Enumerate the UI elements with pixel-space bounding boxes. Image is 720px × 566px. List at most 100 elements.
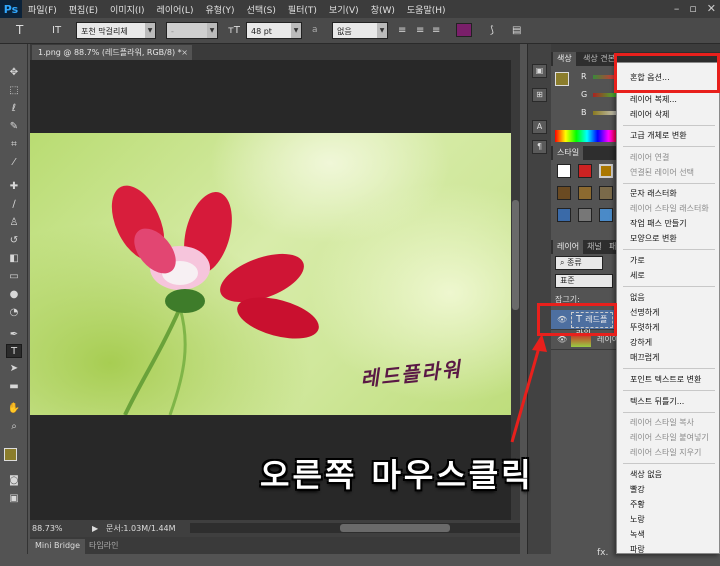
menu-color-yellow[interactable]: 노랑	[617, 513, 719, 526]
pen-tool-icon[interactable]: ✒	[6, 328, 22, 342]
close-icon[interactable]: ✕	[707, 2, 716, 15]
blend-mode-select[interactable]: 표준	[555, 274, 613, 288]
menu-view[interactable]: 보기(V)	[323, 3, 365, 16]
menu-delete-layer[interactable]: 레이어 삭제	[617, 108, 719, 121]
foreground-color-swatch[interactable]	[4, 448, 17, 461]
menu-layer[interactable]: 레이어(L)	[151, 3, 200, 16]
hand-tool-icon[interactable]: ✋	[6, 402, 22, 416]
character-panel-icon[interactable]: ▤	[512, 24, 521, 37]
document-tab[interactable]: 1.png @ 88.7% (레드플라워, RGB/8) * ×	[32, 45, 192, 60]
close-icon[interactable]: ×	[181, 45, 188, 60]
menu-type[interactable]: 유형(Y)	[199, 3, 240, 16]
menu-help[interactable]: 도움말(H)	[401, 3, 452, 16]
scroll-thumb[interactable]	[340, 524, 450, 532]
screen-mode-icon[interactable]: ▣	[6, 492, 22, 506]
menu-rasterize-type[interactable]: 문자 래스터화	[617, 187, 719, 200]
style-swatch[interactable]	[599, 164, 613, 178]
menu-select[interactable]: 선택(S)	[241, 3, 282, 16]
menu-image[interactable]: 이미지(I)	[104, 3, 151, 16]
style-swatch[interactable]	[557, 208, 571, 222]
warp-text-icon[interactable]: ⟆	[490, 24, 494, 37]
type-tool-icon[interactable]: T	[16, 24, 23, 37]
paragraph-panel-icon[interactable]: ¶	[532, 140, 547, 154]
character-panel-icon[interactable]: A	[532, 120, 547, 134]
play-icon[interactable]: ▶	[92, 520, 98, 537]
type-tool-icon[interactable]: T	[6, 344, 22, 358]
tab-color[interactable]: 색상	[553, 52, 576, 66]
menu-color-green[interactable]: 녹색	[617, 528, 719, 541]
menu-convert-point-text[interactable]: 포인트 텍스트로 변환	[617, 373, 719, 386]
align-right-icon[interactable]: ≡	[432, 24, 440, 37]
healing-tool-icon[interactable]: ✚	[6, 180, 22, 194]
path-select-icon[interactable]: ➤	[6, 362, 22, 376]
properties-panel-icon[interactable]: ⊞	[532, 88, 547, 102]
anti-alias-select[interactable]: 없음 ▼	[332, 22, 388, 39]
move-tool-icon[interactable]: ✥	[6, 66, 22, 80]
font-size-select[interactable]: 48 pt ▼	[246, 22, 302, 39]
menu-color-red[interactable]: 빨강	[617, 483, 719, 496]
canvas-image[interactable]: 레드플라워	[30, 133, 511, 415]
menu-aa-none[interactable]: 없음	[617, 291, 719, 304]
menu-warp-text[interactable]: 텍스트 뒤틀기...	[617, 395, 719, 408]
align-left-icon[interactable]: ≡	[398, 24, 406, 37]
crop-tool-icon[interactable]: ⌗	[6, 138, 22, 152]
minimize-icon[interactable]: –	[674, 2, 680, 15]
style-swatch[interactable]	[578, 186, 592, 200]
eyedropper-tool-icon[interactable]: ⁄	[6, 156, 22, 170]
style-none[interactable]	[557, 164, 571, 178]
menu-aa-sharp[interactable]: 선명하게	[617, 306, 719, 319]
foreground-color-swatch[interactable]	[555, 72, 569, 86]
maximize-icon[interactable]: ▫	[689, 2, 696, 15]
menu-vertical[interactable]: 세로	[617, 269, 719, 282]
menu-filter[interactable]: 필터(T)	[282, 3, 323, 16]
tab-swatches[interactable]: 색상 견본	[579, 52, 619, 66]
eraser-tool-icon[interactable]: ◧	[6, 252, 22, 266]
dodge-tool-icon[interactable]: ◔	[6, 306, 22, 320]
style-swatch[interactable]	[557, 186, 571, 200]
menu-window[interactable]: 창(W)	[365, 3, 401, 16]
quick-mask-icon[interactable]: ◙	[6, 474, 22, 488]
gradient-tool-icon[interactable]: ▭	[6, 270, 22, 284]
color-spectrum[interactable]	[555, 130, 619, 142]
menu-color-none[interactable]: 색상 없음	[617, 468, 719, 481]
zoom-tool-icon[interactable]: ⌕	[6, 420, 22, 434]
menu-file[interactable]: 파일(F)	[22, 3, 63, 16]
menu-edit[interactable]: 편집(E)	[63, 3, 104, 16]
align-center-icon[interactable]: ≡	[416, 24, 424, 37]
text-orientation-icon[interactable]: ⅠT	[52, 24, 61, 37]
menu-create-work-path[interactable]: 작업 패스 만들기	[617, 217, 719, 230]
scroll-thumb[interactable]	[512, 200, 519, 310]
lasso-tool-icon[interactable]: ℓ	[6, 102, 22, 116]
menu-aa-strong[interactable]: 강하게	[617, 336, 719, 349]
history-panel-icon[interactable]: ▣	[532, 64, 547, 78]
menu-aa-crisp[interactable]: 뚜렷하게	[617, 321, 719, 334]
tab-timeline[interactable]: 타임라인	[84, 539, 123, 554]
menu-color-orange[interactable]: 주황	[617, 498, 719, 511]
menu-aa-smooth[interactable]: 매끄럽게	[617, 351, 719, 364]
tab-channels[interactable]: 채널	[583, 240, 606, 254]
font-style-select[interactable]: - ▼	[166, 22, 218, 39]
marquee-tool-icon[interactable]: ⬚	[6, 84, 22, 98]
quick-select-tool-icon[interactable]: ✎	[6, 120, 22, 134]
menu-convert-smart-object[interactable]: 고급 개체로 변환	[617, 129, 719, 142]
style-swatch[interactable]	[578, 164, 592, 178]
brush-tool-icon[interactable]: ∕	[6, 198, 22, 212]
style-swatch[interactable]	[599, 208, 613, 222]
tab-layers[interactable]: 레이어	[553, 240, 584, 254]
menu-horizontal[interactable]: 가로	[617, 254, 719, 267]
layer-filter-select[interactable]: ⌕ 종류	[555, 256, 603, 270]
fx-icon[interactable]: fx.	[597, 548, 608, 558]
font-family-select[interactable]: 포천 막걸리체 ▼	[76, 22, 156, 39]
menu-convert-to-shape[interactable]: 모양으로 변환	[617, 232, 719, 245]
menu-duplicate-layer[interactable]: 레이어 복제...	[617, 93, 719, 106]
horizontal-scrollbar[interactable]	[190, 523, 520, 533]
style-swatch[interactable]	[578, 208, 592, 222]
tab-styles[interactable]: 스타일	[553, 146, 584, 160]
menu-color-blue[interactable]: 파랑	[617, 543, 719, 553]
style-swatch[interactable]	[599, 186, 613, 200]
zoom-level[interactable]: 88.73%	[32, 520, 63, 537]
blur-tool-icon[interactable]: ●	[6, 288, 22, 302]
tab-mini-bridge[interactable]: Mini Bridge	[30, 539, 86, 554]
shape-tool-icon[interactable]: ▬	[6, 380, 22, 394]
history-brush-icon[interactable]: ↺	[6, 234, 22, 248]
